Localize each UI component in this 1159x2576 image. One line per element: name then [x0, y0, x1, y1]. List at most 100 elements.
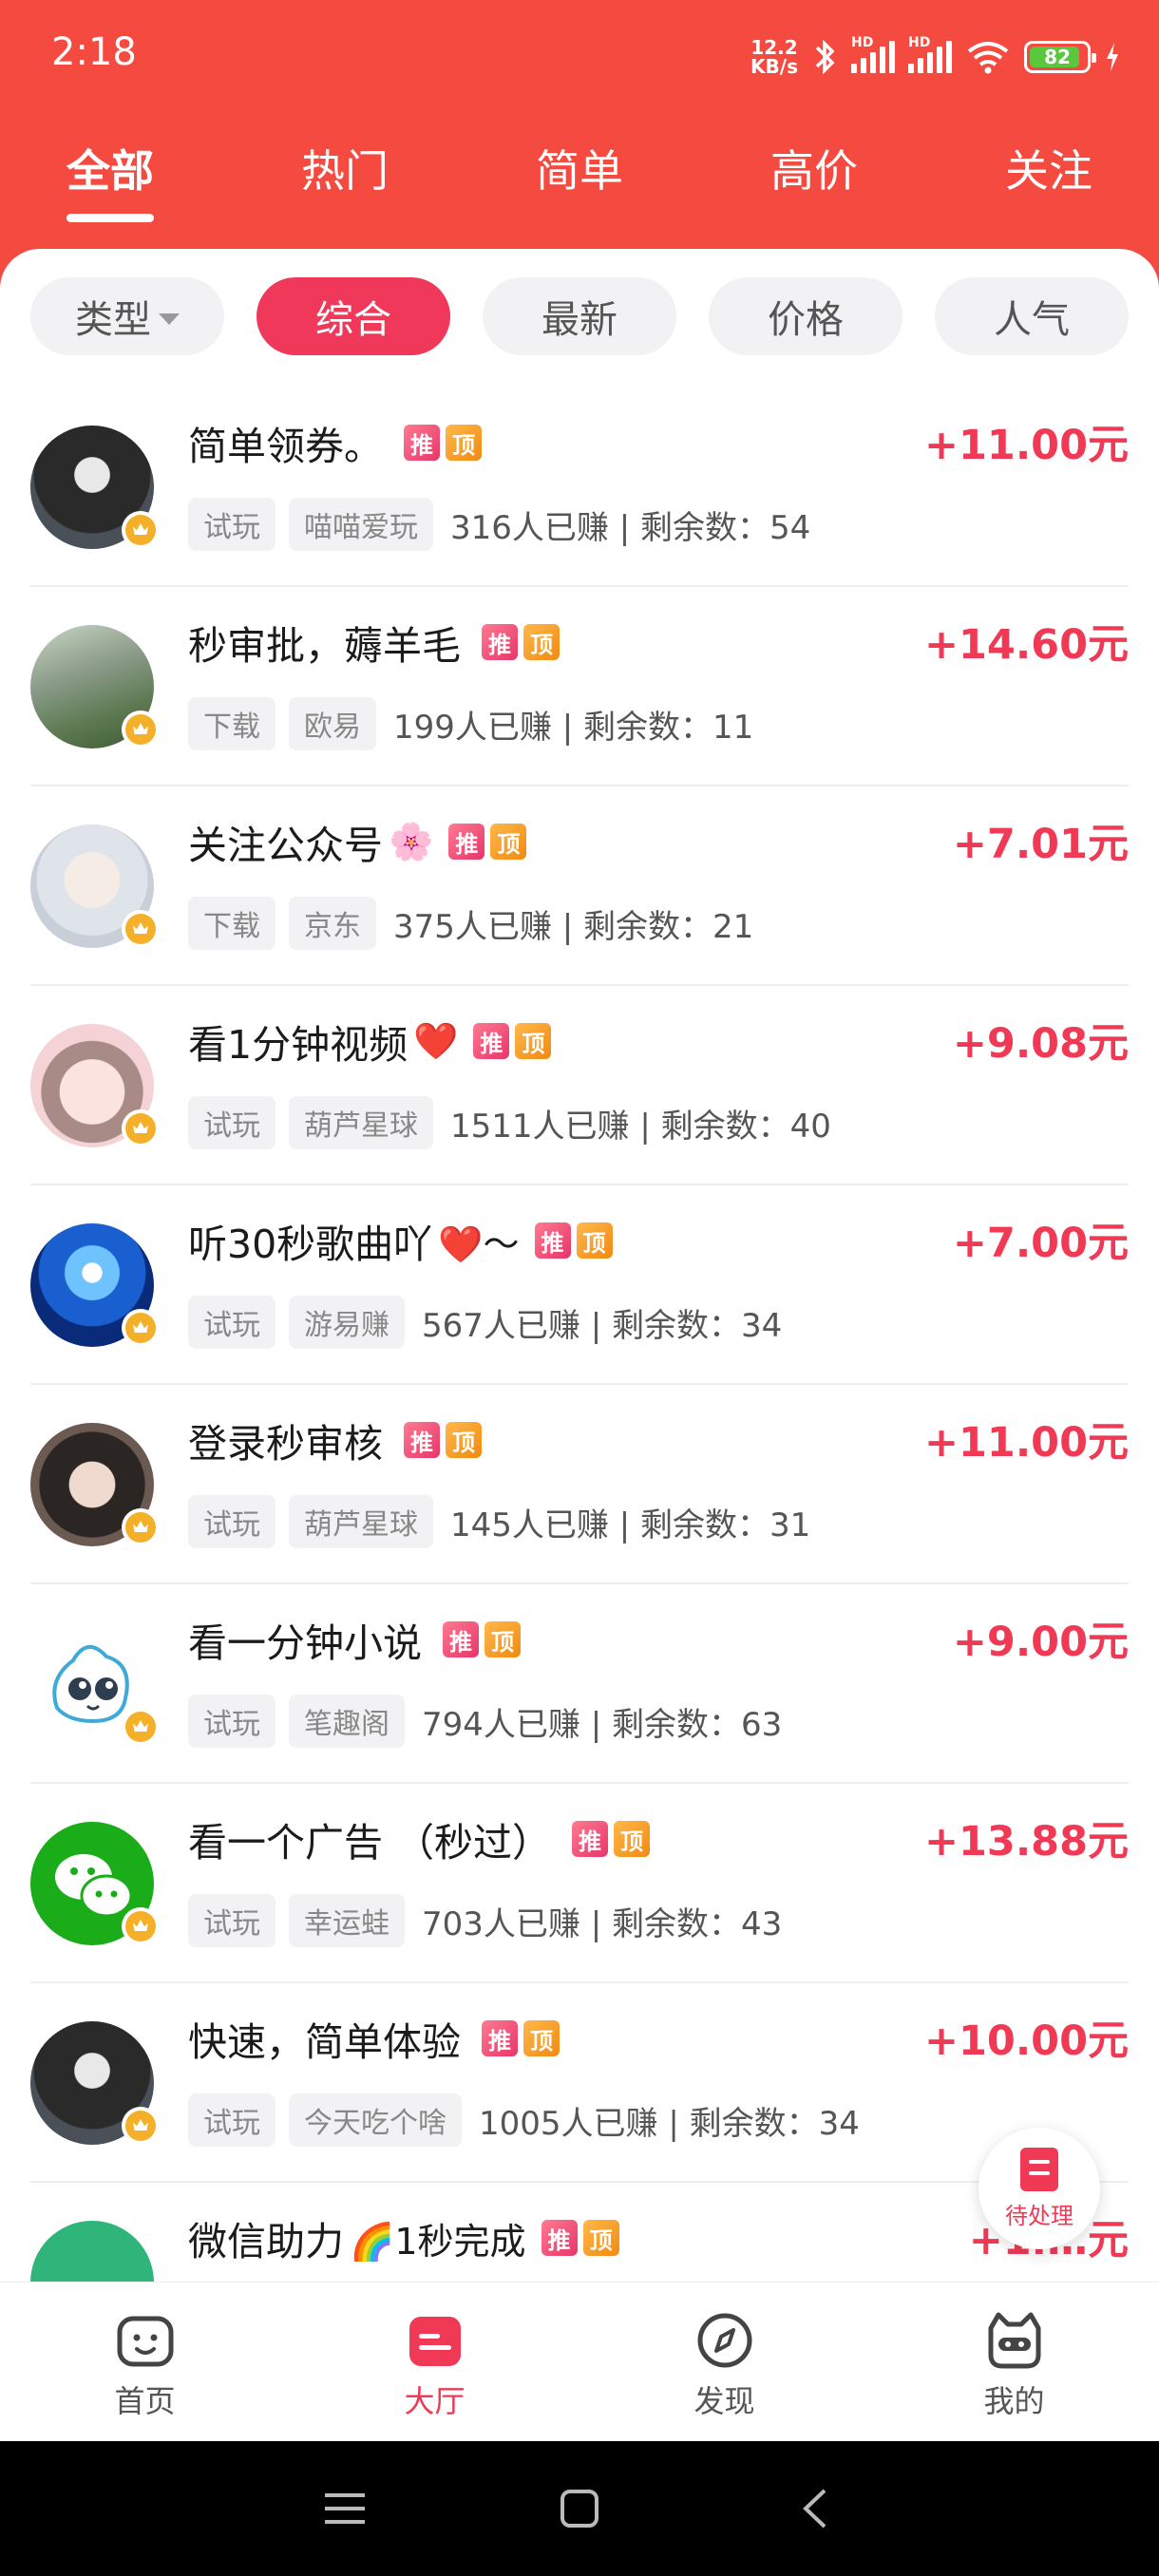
top-badge: 顶 — [446, 1422, 482, 1458]
avatar — [30, 1622, 160, 1746]
task-app-tag: 游易赚 — [289, 1296, 405, 1349]
avatar — [30, 1223, 160, 1347]
task-stats: 199人已赚 | 剩余数：11 — [393, 708, 754, 747]
vip-crown-icon — [122, 2107, 160, 2145]
task-type-tag: 试玩 — [188, 2093, 276, 2147]
avatar — [30, 2221, 154, 2282]
task-reward: +7.01元 — [952, 821, 1129, 868]
top-tab-bar: 全部 热门 简单 高价 关注 — [0, 123, 1159, 222]
recommend-badge: 推 — [448, 824, 485, 860]
task-title: 秒审批，薅羊毛 — [188, 623, 461, 669]
task-type-tag: 试玩 — [188, 1695, 276, 1748]
top-badge: 顶 — [490, 824, 527, 860]
battery-icon: 82 — [1024, 41, 1096, 73]
task-stats: 567人已赚 | 剩余数：34 — [422, 1306, 783, 1345]
task-row[interactable]: 快速，简单体验 推 顶 +10.00元 试玩 今天吃个啥 1005人已赚 | 剩… — [30, 1983, 1129, 2183]
filter-latest[interactable]: 最新 — [483, 277, 676, 355]
task-row[interactable]: 看1分钟视频 ❤️ 推 顶 +9.08元 试玩 葫芦星球 1511人已赚 | 剩… — [30, 986, 1129, 1185]
task-type-tag: 试玩 — [188, 1096, 276, 1149]
task-app-tag: 葫芦星球 — [289, 1096, 433, 1149]
task-type-tag: 下载 — [188, 897, 276, 950]
charging-icon — [1107, 43, 1118, 71]
task-stats: 794人已赚 | 剩余数：63 — [422, 1705, 783, 1744]
caret-down-icon — [159, 313, 180, 325]
task-title: 简单领券。 — [188, 424, 383, 469]
vip-crown-icon — [122, 1907, 160, 1945]
task-reward: +11.00元 — [923, 1419, 1129, 1467]
system-nav-bar — [0, 2441, 1159, 2576]
back-button[interactable] — [776, 2471, 852, 2547]
task-row[interactable]: 简单领券。 推 顶 +11.00元 试玩 喵喵爱玩 316人已赚 | 剩余数：5… — [30, 388, 1129, 587]
task-reward: +9.00元 — [952, 1619, 1129, 1666]
task-row[interactable]: 看一分钟小说 推 顶 +9.00元 试玩 笔趣阁 794人已赚 | 剩余数：63 — [30, 1584, 1129, 1784]
vip-crown-icon — [122, 511, 160, 549]
title-emoji: 🌸 — [389, 820, 434, 862]
pending-label: 待处理 — [1005, 2202, 1074, 2229]
tab-following[interactable]: 关注 — [969, 123, 1129, 218]
menu-button[interactable] — [307, 2471, 383, 2547]
task-app-tag: 笔趣阁 — [289, 1695, 405, 1748]
title-emoji: ❤️ — [413, 1019, 459, 1062]
task-stats: 703人已赚 | 剩余数：43 — [422, 1904, 783, 1943]
task-panel: 类型 综合 最新 价格 人气 简单领券。 推 顶 +11.00元 试玩 喵喵爱玩… — [0, 249, 1159, 2282]
task-app-tag: 幸运蛙 — [289, 1894, 405, 1947]
recommend-badge: 推 — [404, 1422, 440, 1458]
recommend-badge: 推 — [541, 2220, 578, 2256]
filter-price[interactable]: 价格 — [709, 277, 902, 355]
recommend-badge: 推 — [443, 1621, 479, 1657]
task-row[interactable]: 秒审批，薅羊毛 推 顶 +14.60元 下载 欧易 199人已赚 | 剩余数：1… — [30, 587, 1129, 786]
back-icon — [802, 2489, 826, 2529]
task-type-tag: 试玩 — [188, 1495, 276, 1548]
filter-comprehensive[interactable]: 综合 — [256, 277, 450, 355]
task-app-tag: 喵喵爱玩 — [289, 498, 433, 551]
task-row[interactable]: 登录秒审核 推 顶 +11.00元 试玩 葫芦星球 145人已赚 | 剩余数：3… — [30, 1385, 1129, 1584]
top-badge: 顶 — [523, 624, 560, 660]
task-reward: +7.00元 — [952, 1220, 1129, 1267]
filter-type-dropdown[interactable]: 类型 — [30, 277, 224, 355]
tab-simple[interactable]: 简单 — [500, 123, 659, 218]
menu-icon — [325, 2493, 366, 2524]
tab-high-price[interactable]: 高价 — [734, 123, 894, 218]
task-row[interactable]: 听30秒歌曲吖 ❤️～ 推 顶 +7.00元 试玩 游易赚 567人已赚 | 剩… — [30, 1185, 1129, 1385]
vip-crown-icon — [122, 1508, 160, 1546]
nav-hall-label: 大厅 — [404, 2383, 466, 2419]
title-emoji: 🌈1秒完成 — [350, 2220, 526, 2263]
task-row[interactable]: 看一个广告 （秒过） 推 顶 +13.88元 试玩 幸运蛙 703人已赚 | 剩… — [30, 1784, 1129, 1983]
task-row[interactable]: 微信助力 🌈1秒完成 推 顶 +1.…元 — [30, 2183, 1129, 2282]
top-badge: 顶 — [576, 1222, 613, 1259]
avatar — [30, 625, 160, 748]
task-list: 简单领券。 推 顶 +11.00元 试玩 喵喵爱玩 316人已赚 | 剩余数：5… — [30, 388, 1129, 2282]
recommend-badge: 推 — [534, 1222, 571, 1259]
task-title: 登录秒审核 — [188, 1421, 383, 1467]
vip-crown-icon — [122, 1309, 160, 1347]
tab-hot[interactable]: 热门 — [265, 123, 425, 218]
pending-button[interactable]: 待处理 — [978, 2128, 1100, 2249]
tab-all[interactable]: 全部 — [30, 123, 190, 222]
task-title: 看一个广告 （秒过） — [188, 1820, 552, 1866]
avatar — [30, 824, 160, 948]
task-title: 关注公众号 — [188, 823, 383, 868]
top-badge: 顶 — [446, 425, 482, 461]
task-title: 听30秒歌曲吖 — [188, 1222, 433, 1267]
top-badge: 顶 — [582, 2220, 619, 2256]
nav-hall[interactable]: 大厅 — [290, 2282, 580, 2441]
recommend-badge: 推 — [473, 1023, 510, 1059]
task-type-tag: 试玩 — [188, 1296, 276, 1349]
title-emoji: ❤️～ — [438, 1222, 520, 1265]
task-stats: 375人已赚 | 剩余数：21 — [393, 907, 754, 946]
status-bar: 2:18 12.2 KB/s HD HD 82 — [0, 0, 1159, 114]
task-stats: 1005人已赚 | 剩余数：34 — [479, 2104, 860, 2143]
home-face-icon — [117, 2316, 173, 2367]
network-speed: 12.2 KB/s — [750, 36, 798, 78]
filter-popularity[interactable]: 人气 — [935, 277, 1129, 355]
compass-icon — [697, 2313, 751, 2368]
task-stats: 1511人已赚 | 剩余数：40 — [450, 1107, 831, 1146]
recommend-badge: 推 — [482, 624, 518, 660]
nav-mine[interactable]: 我的 — [869, 2282, 1159, 2441]
nav-discover[interactable]: 发现 — [580, 2282, 869, 2441]
vip-crown-icon — [122, 1109, 160, 1147]
nav-home[interactable]: 首页 — [0, 2282, 290, 2441]
task-row[interactable]: 关注公众号 🌸 推 顶 +7.01元 下载 京东 375人已赚 | 剩余数：21 — [30, 786, 1129, 986]
avatar — [30, 2021, 160, 2145]
home-button[interactable] — [542, 2471, 618, 2547]
